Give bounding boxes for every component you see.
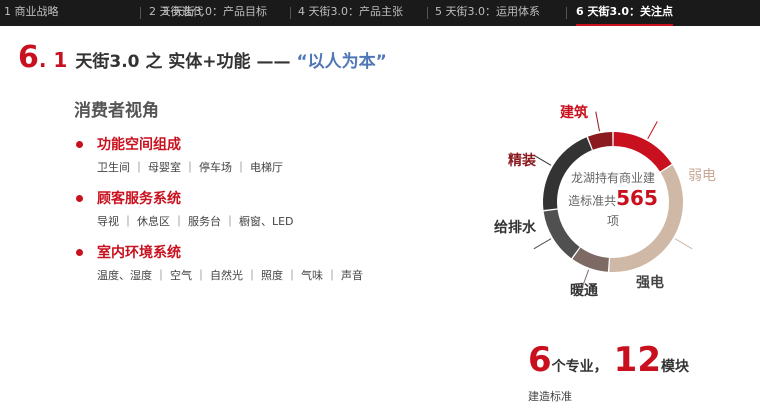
center-line1: 龙湖持有商业建	[570, 171, 655, 185]
stat-discipline-count: 6	[528, 340, 552, 380]
nav-divider	[140, 7, 141, 19]
nav-divider	[566, 7, 567, 19]
title-number: 6	[18, 40, 39, 75]
title-quote: “以人为本”	[296, 52, 387, 72]
consumer-perspective-heading: 消费者视角	[74, 101, 159, 121]
tab-product-goal[interactable]: 3 天街3.0：产品目标	[162, 0, 267, 26]
tab-operating-system[interactable]: 5 天街3.0：运用体系	[435, 0, 540, 26]
stats-caption: 建造标准	[528, 390, 572, 403]
slice-label-architecture: 建筑	[560, 105, 588, 121]
group-title: 功能空间组成	[97, 137, 181, 153]
bullet-dot	[76, 249, 83, 256]
center-line2: 造标准共	[568, 194, 617, 208]
stat-module-count: 12	[613, 340, 661, 380]
leader-line	[533, 154, 552, 166]
slice-label-fitout: 精装	[508, 153, 536, 169]
donut-center-text: 龙湖持有商业建 造标准共565 项	[565, 168, 661, 231]
slice-label-hvac: 暖通	[570, 283, 598, 299]
summary-stats: 6 个专业， 12 模块	[528, 340, 689, 380]
donut-slice	[587, 132, 613, 150]
group-items: 温度、湿度 ｜ 空气 ｜ 自然光 ｜ 照度 ｜ 气味 ｜ 声音	[97, 269, 363, 282]
tab-focus-points[interactable]: 6 天街3.0：关注点	[576, 0, 673, 26]
group-title: 顾客服务系统	[97, 191, 181, 207]
group-title: 室内环境系统	[97, 245, 181, 261]
group-items: 导视 ｜ 休息区 ｜ 服务台 ｜ 橱窗、LED	[97, 215, 294, 228]
center-value: 565	[616, 186, 658, 210]
leader-line	[595, 111, 600, 132]
tab-product-proposition[interactable]: 4 天街3.0：产品主张	[298, 0, 403, 26]
tab-business-strategy[interactable]: 1 商业战略	[4, 0, 59, 26]
slide-title: 6 . 1 天街3.0 之 实体+功能 —— “以人为本”	[18, 40, 387, 76]
leader-line	[647, 121, 658, 140]
leader-line	[533, 238, 552, 250]
center-line3: 项	[606, 214, 619, 228]
title-sub-number: . 1	[38, 48, 68, 72]
donut-slice	[572, 247, 609, 272]
group-items: 卫生间 ｜ 母婴室 ｜ 停车场 ｜ 电梯厅	[97, 161, 283, 174]
title-main: 天街3.0 之 实体+功能 ——	[75, 52, 291, 72]
top-nav-bar: 1 商业战略 2 天街迭代 3 天街3.0：产品目标 4 天街3.0：产品主张 …	[0, 0, 760, 26]
standards-donut-chart: 建筑 弱电 强电 暖通 给排水 精装 龙湖持有商业建 造标准共565 项	[470, 90, 716, 310]
leader-line	[674, 238, 693, 250]
stat-discipline-label: 个专业，	[551, 359, 608, 375]
nav-divider	[427, 7, 428, 19]
bullet-dot	[76, 141, 83, 148]
slice-label-weak-current: 弱电	[688, 168, 716, 184]
donut-slice	[613, 132, 672, 172]
stat-module-label: 模块	[661, 359, 689, 375]
bullet-dot	[76, 195, 83, 202]
slice-label-strong-current: 强电	[636, 275, 664, 291]
nav-divider	[290, 7, 291, 19]
slice-label-water: 给排水	[494, 220, 536, 236]
